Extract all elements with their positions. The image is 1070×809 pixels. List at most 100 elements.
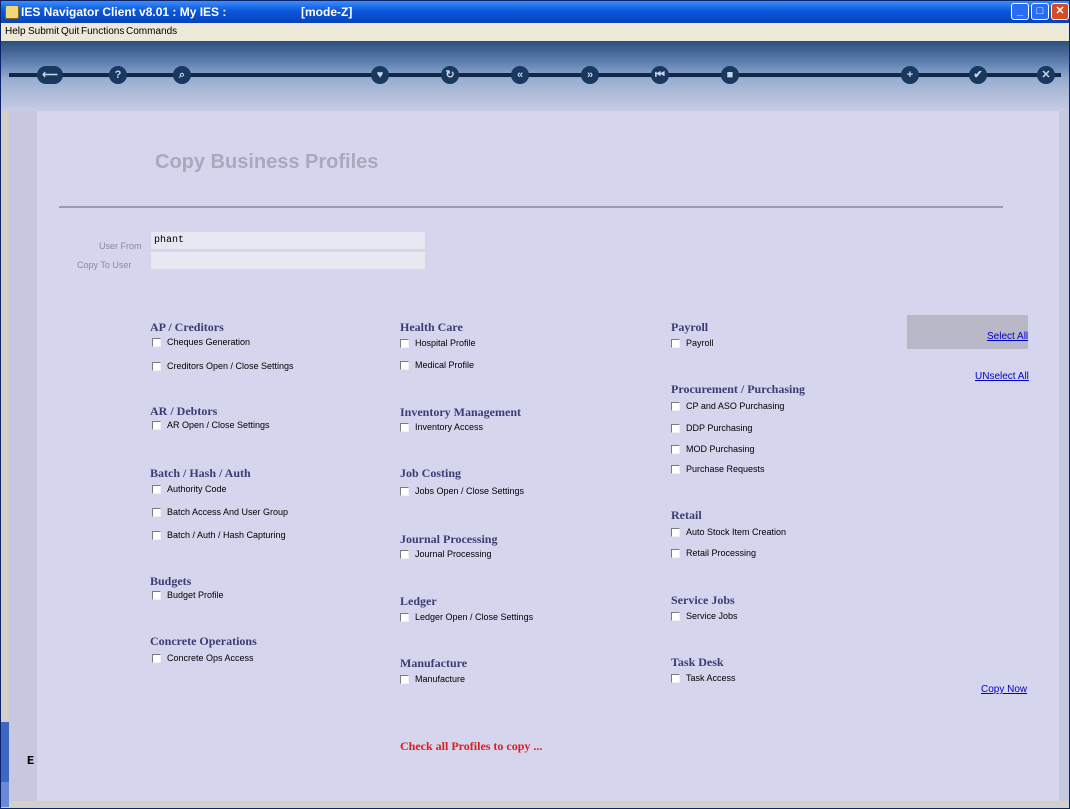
checkbox-batch-access[interactable]: Batch Access And User Group (152, 507, 288, 517)
minimize-button[interactable]: _ (1011, 3, 1029, 20)
checkbox-ddp-purchasing[interactable]: DDP Purchasing (671, 423, 752, 433)
checkbox[interactable] (400, 422, 409, 432)
checkbox-label: Budget Profile (167, 590, 224, 600)
menu-quit[interactable]: Quit (61, 26, 79, 37)
menu-bar: Help Submit Quit Functions Commands (1, 23, 1069, 41)
checkbox[interactable] (152, 653, 161, 663)
close-window-button[interactable]: ✕ (1051, 3, 1069, 20)
checkbox-inventory-access[interactable]: Inventory Access (400, 422, 483, 432)
checkbox-auto-stock-item[interactable]: Auto Stock Item Creation (671, 527, 786, 537)
checkbox-ledger-open-close[interactable]: Ledger Open / Close Settings (400, 612, 533, 622)
menu-functions[interactable]: Functions (81, 26, 124, 37)
checkbox[interactable] (400, 674, 409, 684)
stop-icon[interactable]: ■ (721, 66, 739, 84)
checkbox-label: CP and ASO Purchasing (686, 401, 785, 411)
checkbox-purchase-requests[interactable]: Purchase Requests (671, 464, 765, 474)
checkbox-budget-profile[interactable]: Budget Profile (152, 590, 224, 600)
checkbox-creditors-open-close[interactable]: Creditors Open / Close Settings (152, 361, 294, 371)
checkbox-medical-profile[interactable]: Medical Profile (400, 360, 474, 370)
select-all-link[interactable]: Select All (987, 331, 1028, 342)
checkbox[interactable] (671, 338, 680, 348)
checkbox[interactable] (400, 549, 409, 559)
checkbox[interactable] (671, 423, 680, 433)
checkbox-batch-auth-hash[interactable]: Batch / Auth / Hash Capturing (152, 530, 286, 540)
add-icon[interactable]: + (901, 66, 919, 84)
sidebar-tab[interactable] (1, 722, 9, 782)
checkbox-payroll[interactable]: Payroll (671, 338, 714, 348)
checkbox-cp-aso-purchasing[interactable]: CP and ASO Purchasing (671, 401, 784, 411)
checkbox-service-jobs[interactable]: Service Jobs (671, 611, 738, 621)
checkbox[interactable] (152, 361, 161, 371)
section-retail: Retail (671, 508, 702, 522)
side-letter: E (27, 754, 35, 768)
checkbox-label: Purchase Requests (686, 464, 765, 474)
copy-to-user-input[interactable] (151, 252, 425, 269)
checkbox-label: Service Jobs (686, 611, 738, 621)
checkbox[interactable] (400, 360, 409, 370)
menu-help[interactable]: Help (5, 26, 26, 37)
app-icon (5, 5, 19, 19)
checkbox[interactable] (152, 484, 161, 494)
checkbox[interactable] (152, 507, 161, 517)
checkbox[interactable] (152, 590, 161, 600)
checkbox[interactable] (671, 464, 680, 474)
checkbox[interactable] (152, 530, 161, 540)
checkbox-cheques-generation[interactable]: Cheques Generation (152, 337, 250, 347)
checkbox-ar-open-close[interactable]: AR Open / Close Settings (152, 420, 270, 430)
forward-icon[interactable]: » (581, 66, 599, 84)
window-mode: [mode-Z] (301, 5, 353, 19)
menu-submit[interactable]: Submit (28, 26, 59, 37)
refresh-icon[interactable]: ↻ (441, 66, 459, 84)
close-icon[interactable]: ✕ (1037, 66, 1055, 84)
section-ap-creditors: AP / Creditors (150, 320, 224, 334)
first-record-icon[interactable]: ⏮ (651, 66, 669, 84)
checkbox-label: Medical Profile (415, 360, 475, 370)
status-message: Check all Profiles to copy ... (400, 739, 543, 753)
section-task-desk: Task Desk (671, 655, 724, 669)
maximize-button[interactable]: □ (1031, 3, 1049, 20)
checkbox-authority-code[interactable]: Authority Code (152, 484, 227, 494)
checkbox-hospital-profile[interactable]: Hospital Profile (400, 338, 476, 348)
back-arrow-icon[interactable]: ⟵ (37, 66, 63, 84)
checkbox[interactable] (400, 612, 409, 622)
sidebar-tab-lower[interactable] (1, 782, 9, 807)
unselect-all-link[interactable]: UNselect All (975, 371, 1029, 382)
menu-commands[interactable]: Commands (126, 26, 177, 37)
section-job-costing: Job Costing (400, 466, 462, 480)
checkbox[interactable] (671, 444, 680, 454)
checkbox-manufacture[interactable]: Manufacture (400, 674, 465, 684)
window-title: IES Navigator Client v8.01 : My IES : (21, 5, 227, 19)
check-icon[interactable]: ✔ (969, 66, 987, 84)
search-icon[interactable]: ⌕ (173, 66, 191, 84)
heart-icon[interactable]: ♥ (371, 66, 389, 84)
divider (59, 206, 1003, 208)
copy-to-user-label: Copy To User (77, 260, 132, 270)
checkbox[interactable] (671, 548, 680, 558)
checkbox[interactable] (400, 338, 409, 348)
checkbox[interactable] (400, 486, 409, 496)
checkbox-mod-purchasing[interactable]: MOD Purchasing (671, 444, 755, 454)
form-panel (37, 111, 1059, 801)
checkbox-concrete-ops[interactable]: Concrete Ops Access (152, 653, 254, 663)
checkbox[interactable] (152, 420, 161, 430)
checkbox[interactable] (671, 527, 680, 537)
help-icon[interactable]: ? (109, 66, 127, 84)
section-procurement: Procurement / Purchasing (671, 382, 805, 396)
checkbox[interactable] (671, 401, 680, 411)
copy-now-link[interactable]: Copy Now (981, 684, 1027, 695)
checkbox-journal-processing[interactable]: Journal Processing (400, 549, 492, 559)
checkbox-task-access[interactable]: Task Access (671, 673, 736, 683)
checkbox-jobs-open-close[interactable]: Jobs Open / Close Settings (400, 486, 524, 496)
checkbox-label: DDP Purchasing (686, 423, 753, 433)
checkbox-label: Auto Stock Item Creation (686, 527, 787, 537)
checkbox-label: Inventory Access (415, 422, 484, 432)
checkbox-label: Journal Processing (415, 549, 492, 559)
checkbox-retail-processing[interactable]: Retail Processing (671, 548, 756, 558)
section-payroll: Payroll (671, 320, 709, 334)
checkbox[interactable] (671, 611, 680, 621)
checkbox-label: Manufacture (415, 674, 466, 684)
user-from-input[interactable] (151, 232, 425, 249)
rewind-icon[interactable]: « (511, 66, 529, 84)
checkbox[interactable] (152, 337, 161, 347)
checkbox[interactable] (671, 673, 680, 683)
